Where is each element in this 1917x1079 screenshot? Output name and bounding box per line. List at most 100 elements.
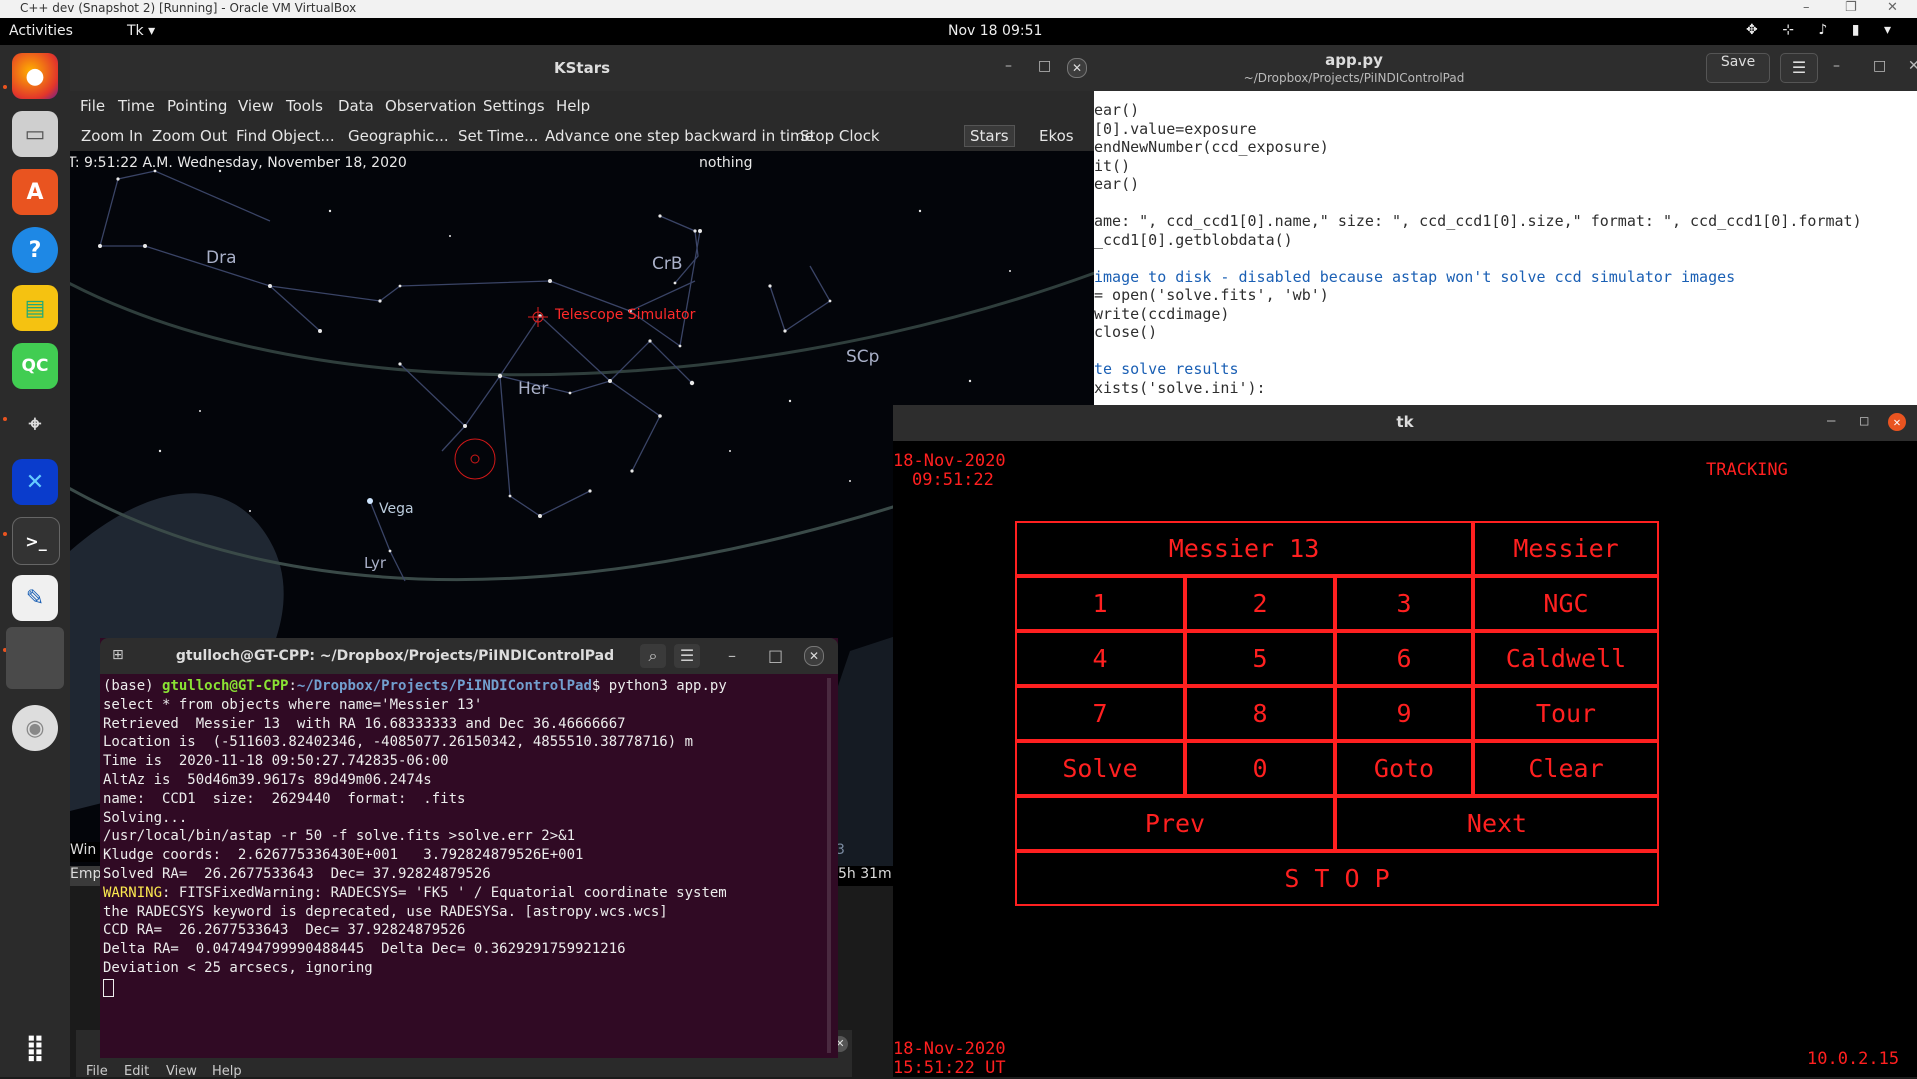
stars-toggle-button[interactable]: Stars: [964, 125, 1015, 147]
slides-icon[interactable]: ▤: [12, 285, 58, 331]
telescope-marker[interactable]: [528, 307, 548, 327]
menu-time[interactable]: Time: [118, 97, 155, 115]
utc-date: 18-Nov-2020: [893, 1039, 1006, 1059]
menu-pointing[interactable]: Pointing: [167, 97, 227, 115]
show-apps-icon[interactable]: ⣿: [12, 1025, 58, 1071]
kstars-maximize-button[interactable]: □: [1038, 58, 1051, 74]
menu-help[interactable]: Help: [556, 97, 590, 115]
terminal-cursor-line: [103, 978, 823, 998]
set-time-button[interactable]: Set Time...: [458, 127, 538, 145]
code-line: ear(): [1094, 101, 1140, 119]
menu-data[interactable]: Data: [338, 97, 374, 115]
key-8-button[interactable]: 8: [1185, 686, 1335, 741]
tk-maximize-button[interactable]: □: [1860, 413, 1868, 429]
geographic-button[interactable]: Geographic...: [348, 127, 449, 145]
key-0-button[interactable]: 0: [1185, 741, 1335, 796]
object-name-display[interactable]: Messier 13: [1015, 521, 1473, 576]
host-minimize-button[interactable]: –: [1803, 0, 1810, 15]
solve-button[interactable]: Solve: [1015, 741, 1185, 796]
software-icon[interactable]: A: [12, 169, 58, 215]
zoom-in-button[interactable]: Zoom In: [81, 127, 143, 145]
tk-app-icon[interactable]: [6, 627, 64, 689]
save-button[interactable]: Save: [1706, 53, 1770, 83]
qtcreator-icon[interactable]: QC: [12, 343, 58, 389]
prev-button[interactable]: Prev: [1015, 796, 1335, 851]
terminal-icon[interactable]: >_: [12, 517, 60, 565]
menu-settings[interactable]: Settings: [483, 97, 545, 115]
key-7-button[interactable]: 7: [1015, 686, 1185, 741]
key-9-button[interactable]: 9: [1335, 686, 1473, 741]
terminal-minimize-button[interactable]: –: [728, 646, 736, 665]
terminal-close-button[interactable]: ✕: [804, 646, 824, 666]
editor-minimize-button[interactable]: –: [1833, 58, 1840, 74]
system-menu-icon[interactable]: ▾: [1884, 22, 1901, 38]
hamburger-menu-icon[interactable]: ☰: [1780, 53, 1818, 83]
code-view[interactable]: ear() [0].value=exposure endNewNumber(cc…: [1094, 91, 1917, 405]
terminal-maximize-button[interactable]: □: [768, 646, 783, 665]
kstars-minimize-button[interactable]: –: [1005, 58, 1012, 74]
menu-view[interactable]: View: [238, 97, 274, 115]
help-icon[interactable]: ?: [12, 227, 58, 273]
menu-file[interactable]: File: [80, 97, 105, 115]
dropbox-icon[interactable]: ✥: [1746, 22, 1768, 38]
tk-minimize-button[interactable]: –: [1827, 413, 1835, 429]
key-1-button[interactable]: 1: [1015, 576, 1185, 631]
network-icon[interactable]: ⊹: [1782, 22, 1804, 38]
host-restore-button[interactable]: ❐: [1845, 0, 1857, 15]
code-line-comment: image to disk - disabled because astap w…: [1094, 267, 1736, 286]
volume-icon[interactable]: ♪: [1818, 22, 1837, 38]
ngc-button[interactable]: NGC: [1473, 576, 1659, 631]
key-5-button[interactable]: 5: [1185, 631, 1335, 686]
messier-button[interactable]: Messier: [1473, 521, 1659, 576]
stop-clock-button[interactable]: Stop Clock: [800, 127, 880, 145]
key-2-button[interactable]: 2: [1185, 576, 1335, 631]
terminal-scrollbar[interactable]: [827, 678, 831, 1053]
step-backward-button[interactable]: Advance one step backward in time: [545, 127, 814, 145]
kstars-icon[interactable]: ⌖: [12, 401, 58, 447]
activities-button[interactable]: Activities: [9, 23, 73, 39]
tk-window: tk – □ ✕ 18-Nov-2020 09:51:22 TRACKING M…: [893, 405, 1917, 1077]
menu-tools[interactable]: Tools: [286, 97, 323, 115]
system-tray[interactable]: ✥ ⊹ ♪ ▮ ▾: [1746, 22, 1901, 38]
terminal-output[interactable]: (base) gtulloch@GT-CPP:~/Dropbox/Project…: [103, 678, 823, 1053]
constellation-label-crb: CrB: [652, 254, 683, 274]
goto-button[interactable]: Goto: [1335, 741, 1473, 796]
terminal-line: Time is 2020-11-18 09:50:27.742835-06:00: [103, 753, 449, 770]
kstars-menubar: File Time Pointing View Tools Data Obser…: [70, 91, 1094, 121]
text-editor-icon[interactable]: ✎: [12, 575, 58, 621]
editor-close-button[interactable]: ✕: [1908, 58, 1917, 74]
editor-maximize-button[interactable]: □: [1873, 58, 1886, 74]
terminal-line: Location is (-511603.82402346, -4085077.…: [103, 734, 694, 751]
menu-observation[interactable]: Observation: [385, 97, 476, 115]
tk-close-button[interactable]: ✕: [1888, 413, 1906, 431]
find-object-button[interactable]: Find Object...: [236, 127, 335, 145]
clock[interactable]: Nov 18 09:51: [948, 23, 1042, 39]
files-icon[interactable]: ▭: [12, 111, 58, 157]
clear-button[interactable]: Clear: [1473, 741, 1659, 796]
key-6-button[interactable]: 6: [1335, 631, 1473, 686]
host-close-button[interactable]: ✕: [1887, 0, 1898, 15]
dvd-icon[interactable]: ◉: [12, 705, 58, 751]
tour-button[interactable]: Tour: [1473, 686, 1659, 741]
stop-button[interactable]: S T O P: [1015, 851, 1659, 906]
stellarium-icon[interactable]: ✕: [12, 459, 58, 505]
terminal-line: Solved RA= 26.2677533643 Dec= 37.9282487…: [103, 865, 491, 882]
app-menu[interactable]: Tk ▾: [127, 23, 155, 39]
key-3-button[interactable]: 3: [1335, 576, 1473, 631]
kstars-close-button[interactable]: ✕: [1067, 58, 1087, 78]
zoom-out-button[interactable]: Zoom Out: [152, 127, 227, 145]
prompt-env: (base): [103, 678, 163, 694]
battery-icon[interactable]: ▮: [1852, 22, 1870, 38]
terminal-prompt-line: (base) gtulloch@GT-CPP:~/Dropbox/Project…: [103, 678, 823, 697]
ekos-button[interactable]: Ekos: [1039, 127, 1074, 145]
caldwell-button[interactable]: Caldwell: [1473, 631, 1659, 686]
target-object-marker[interactable]: [454, 438, 496, 480]
firefox-icon[interactable]: ●: [12, 53, 58, 99]
warning-label: WARNING: [103, 884, 163, 901]
code-line: ear(): [1094, 175, 1140, 193]
terminal-menu-icon[interactable]: ☰: [674, 644, 700, 668]
next-button[interactable]: Next: [1335, 796, 1659, 851]
search-icon[interactable]: ⌕: [640, 644, 666, 668]
key-4-button[interactable]: 4: [1015, 631, 1185, 686]
